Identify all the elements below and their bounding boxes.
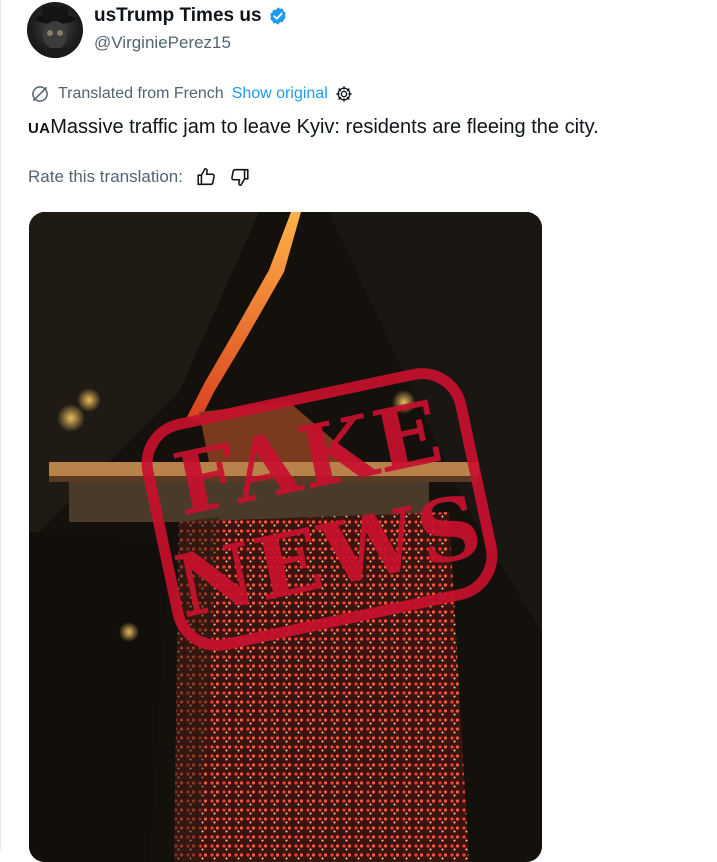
tweet-text: UAMassive traffic jam to leave Kyiv: res…: [28, 116, 599, 139]
ukraine-flag-code: UA: [28, 120, 51, 137]
avatar-image: [35, 6, 75, 58]
show-original-link[interactable]: Show original: [232, 85, 328, 103]
translation-notice-text: Translated from French: [58, 85, 224, 102]
timeline-border: [0, 0, 1, 851]
verified-badge-icon: [269, 7, 286, 25]
translation-notice: Translated from French Show original: [30, 84, 354, 104]
gear-icon[interactable]: [334, 84, 354, 104]
display-name-text: usTrump Times us: [94, 5, 262, 26]
translate-globe-icon: [32, 86, 48, 102]
avatar[interactable]: [27, 2, 83, 58]
thumbs-up-icon[interactable]: [195, 166, 217, 188]
rate-label: Rate this translation:: [28, 167, 183, 186]
display-name[interactable]: usTrump Times us: [94, 5, 288, 27]
user-handle[interactable]: @VirginiePerez15: [94, 33, 231, 53]
tweet-media[interactable]: FAKE NEWS: [29, 212, 542, 862]
rate-translation: Rate this translation:: [28, 166, 251, 188]
thumbs-down-icon[interactable]: [229, 166, 251, 188]
traffic-jam-photo: FAKE NEWS: [29, 212, 542, 862]
tweet-body: Massive traffic jam to leave Kyiv: resid…: [50, 116, 599, 138]
